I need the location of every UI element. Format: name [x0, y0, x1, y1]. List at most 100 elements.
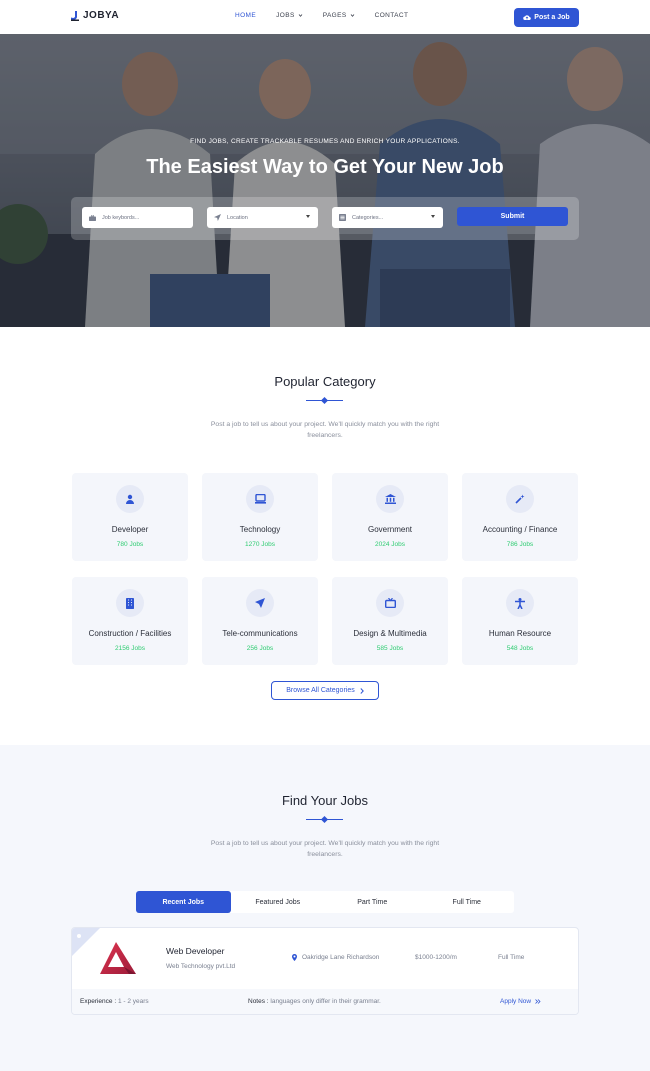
hero-section: FIND JOBS, CREATE TRACKABLE RESUMES AND … [0, 34, 650, 327]
chevron-right-icon [360, 687, 364, 694]
category-card-developer[interactable]: Developer 780 Jobs [72, 473, 188, 561]
chevron-down-icon [431, 215, 435, 218]
category-count: 585 Jobs [376, 645, 404, 652]
main-nav: HOME JOBS PAGES CONTACT [235, 12, 428, 19]
category-name: Accounting / Finance [482, 525, 558, 534]
hero-title: The Easiest Way to Get Your New Job [146, 156, 504, 178]
find-jobs-description: Post a job to tell us about your project… [210, 840, 440, 858]
logo[interactable]: JOBYA [71, 10, 119, 21]
hero-subtitle: FIND JOBS, CREATE TRACKABLE RESUMES AND … [190, 138, 460, 145]
category-card-construction[interactable]: Construction / Facilities 2156 Jobs [72, 577, 188, 665]
apply-label: Apply Now [500, 998, 532, 1005]
logo-icon [71, 10, 79, 21]
ribbon-dot [77, 934, 81, 938]
notes-label: Notes : [248, 998, 269, 1005]
category-card-telecommunications[interactable]: Tele-communications 256 Jobs [202, 577, 318, 665]
building-icon [116, 589, 144, 617]
title-divider [306, 815, 343, 823]
title-divider [306, 396, 343, 404]
chevron-down-icon [306, 215, 310, 218]
experience-value: 1 - 2 years [117, 998, 149, 1005]
divider-dot [320, 396, 329, 404]
category-name: Developer [111, 525, 149, 534]
nav-jobs[interactable]: JOBS [276, 12, 303, 19]
category-card-government[interactable]: Government 2024 Jobs [332, 473, 448, 561]
category-name: Government [367, 525, 413, 534]
nav-home[interactable]: HOME [235, 12, 256, 19]
nav-label: HOME [235, 12, 257, 19]
company-name: Web Technology pvt.Ltd [166, 963, 236, 970]
job-title[interactable]: Web Developer [166, 946, 224, 956]
job-experience: Experience : 1 - 2 years [80, 998, 149, 1005]
category-name: Design & Multimedia [353, 629, 427, 638]
job-type: Full Time [498, 954, 525, 961]
tv-icon [376, 589, 404, 617]
job-location: Oakridge Lane Richardson [292, 954, 379, 961]
job-notes: Notes : languages only differ in their g… [248, 998, 381, 1005]
nav-label: PAGES [322, 12, 347, 19]
popular-category-description: Post a job to tell us about your project… [210, 421, 440, 439]
tab-full-time[interactable]: Full Time [420, 891, 515, 913]
category-card-design[interactable]: Design & Multimedia 585 Jobs [332, 577, 448, 665]
keywords-input[interactable]: Job keybords... [82, 207, 193, 228]
nav-pages[interactable]: PAGES [323, 12, 355, 19]
bank-icon [376, 485, 404, 513]
category-name: Human Resource [488, 629, 552, 638]
chevron-down-icon [350, 14, 354, 17]
location-select[interactable]: Location [207, 207, 318, 228]
browse-all-categories-button[interactable]: Browse All Categories [271, 681, 379, 700]
nav-contact[interactable]: CONTACT [375, 12, 409, 19]
category-card-human-resource[interactable]: Human Resource 548 Jobs [462, 577, 578, 665]
nav-label: CONTACT [374, 12, 409, 19]
location-text: Oakridge Lane Richardson [302, 954, 380, 961]
category-name: Tele-communications [222, 629, 298, 638]
briefcase-icon [88, 214, 96, 222]
category-count: 2024 Jobs [375, 541, 405, 548]
navigation-arrow-icon [213, 214, 221, 222]
category-count: 548 Jobs [506, 645, 534, 652]
chevron-down-icon [298, 14, 302, 17]
send-icon [246, 589, 274, 617]
person-icon [506, 589, 534, 617]
logo-text: JOBYA [83, 10, 120, 21]
monitor-icon [246, 485, 274, 513]
find-jobs-title: Find Your Jobs [281, 793, 368, 808]
job-tabs: Recent Jobs Featured Jobs Part Time Full… [136, 891, 514, 913]
list-icon [338, 214, 346, 222]
tab-part-time[interactable]: Part Time [325, 891, 420, 913]
category-card-technology[interactable]: Technology 1270 Jobs [202, 473, 318, 561]
category-name: Construction / Facilities [88, 629, 172, 638]
double-chevron-right-icon [535, 999, 541, 1004]
experience-label: Experience : [80, 998, 117, 1005]
category-count: 2156 Jobs [115, 645, 145, 652]
apply-now-link[interactable]: Apply Now [500, 998, 541, 1005]
company-logo [100, 942, 136, 974]
category-count: 780 Jobs [116, 541, 144, 548]
cloud-upload-icon [523, 15, 532, 21]
category-card-accounting[interactable]: Accounting / Finance 786 Jobs [462, 473, 578, 561]
tab-featured-jobs[interactable]: Featured Jobs [231, 891, 326, 913]
map-pin-icon [292, 954, 297, 961]
category-count: 786 Jobs [506, 541, 534, 548]
page: JOBYA HOME JOBS PAGES CONTACT Post a Job [0, 0, 650, 1071]
category-name: Technology [239, 525, 281, 534]
job-search-form: Job keybords... Location Categories... S… [71, 197, 579, 240]
categories-select[interactable]: Categories... [332, 207, 443, 228]
nav-label: JOBS [276, 12, 295, 19]
post-job-button[interactable]: Post a Job [514, 8, 579, 27]
post-job-label: Post a Job [534, 14, 570, 21]
magic-wand-icon [506, 485, 534, 513]
location-placeholder: Location [227, 214, 248, 221]
user-icon [116, 485, 144, 513]
featured-ribbon [72, 928, 100, 956]
hero-overlay [0, 34, 650, 327]
tab-recent-jobs[interactable]: Recent Jobs [136, 891, 231, 913]
notes-value: languages only differ in their grammar. [270, 998, 381, 1005]
submit-button[interactable]: Submit [457, 207, 568, 226]
keywords-placeholder: Job keybords... [102, 214, 140, 221]
category-count: 1270 Jobs [245, 541, 275, 548]
browse-label: Browse All Categories [286, 687, 355, 694]
job-card-footer: Experience : 1 - 2 years Notes : languag… [72, 989, 578, 1014]
top-navbar: JOBYA HOME JOBS PAGES CONTACT Post a Job [0, 0, 650, 34]
job-listing-card[interactable]: Web Developer Web Technology pvt.Ltd Oak… [71, 927, 579, 1015]
